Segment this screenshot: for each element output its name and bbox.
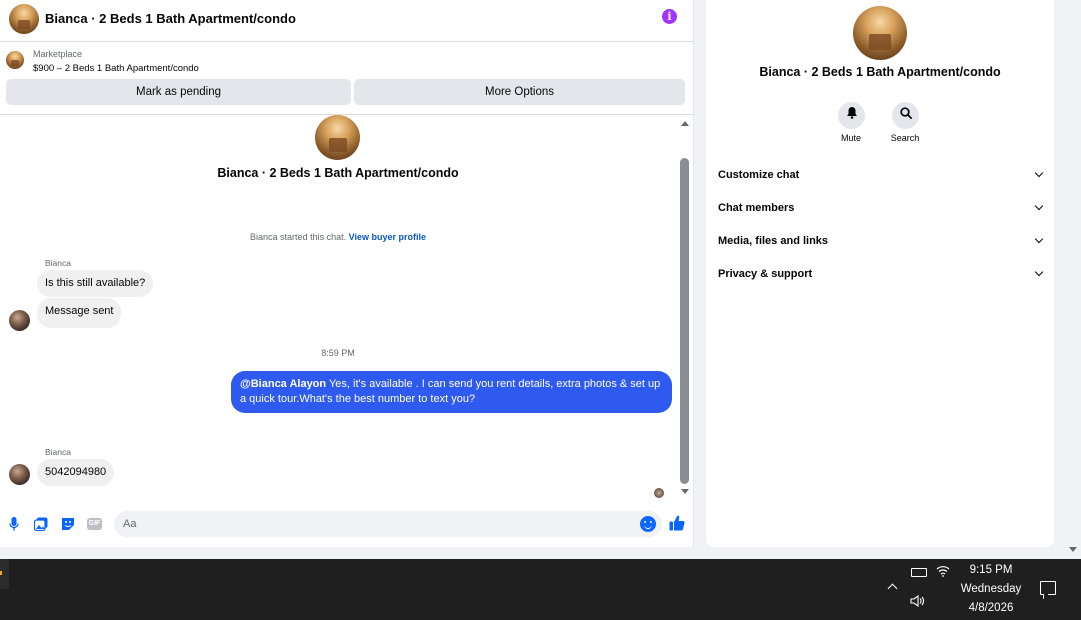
battery-icon[interactable] xyxy=(911,568,927,577)
sticker-icon[interactable] xyxy=(61,517,75,531)
listing-title[interactable]: $900 – 2 Beds 1 Bath Apartment/condo xyxy=(33,63,199,74)
chat-header: Bianca · 2 Beds 1 Bath Apartment/condo i xyxy=(0,0,694,42)
conversation-title: Bianca · 2 Beds 1 Bath Apartment/condo xyxy=(217,166,459,180)
marketplace-label: Marketplace xyxy=(33,49,83,59)
seen-indicator-avatar xyxy=(654,488,664,498)
notification-icon[interactable] xyxy=(1040,581,1056,595)
chat-members-section[interactable]: Chat members xyxy=(718,198,1044,218)
search-button[interactable] xyxy=(892,102,919,129)
chevron-down-icon xyxy=(1034,201,1044,211)
wifi-icon[interactable] xyxy=(936,565,950,580)
mute-button[interactable] xyxy=(838,102,865,129)
emoji-icon[interactable] xyxy=(640,516,656,532)
listing-thumbnail[interactable] xyxy=(6,51,24,69)
section-label: Chat members xyxy=(718,202,795,214)
chevron-down-icon xyxy=(1034,168,1044,178)
incoming-message[interactable]: 5042094980 xyxy=(37,459,115,486)
chevron-up-icon[interactable] xyxy=(887,583,898,594)
chat-panel: Bianca · 2 Beds 1 Bath Apartment/condo i… xyxy=(0,0,694,547)
divider xyxy=(0,114,694,115)
page-scroll-down-arrow[interactable] xyxy=(1069,547,1077,552)
bell-icon xyxy=(846,107,857,119)
more-options-button[interactable]: More Options xyxy=(354,79,685,105)
taskbar-app-icon[interactable] xyxy=(0,559,9,589)
incoming-message[interactable]: Message sent xyxy=(37,298,122,328)
chevron-down-icon xyxy=(1034,234,1044,244)
section-label: Customize chat xyxy=(718,169,800,181)
customize-chat-section[interactable]: Customize chat xyxy=(718,165,1044,185)
mark-as-pending-button[interactable]: Mark as pending xyxy=(6,79,351,105)
clock-time[interactable]: 9:15 PM xyxy=(950,564,1032,576)
mute-label: Mute xyxy=(840,133,861,143)
message-input[interactable] xyxy=(114,511,662,537)
chat-scrollbar[interactable] xyxy=(680,158,689,484)
info-icon[interactable]: i xyxy=(662,9,677,24)
info-avatar[interactable] xyxy=(853,6,907,60)
conversation-avatar[interactable] xyxy=(9,4,39,34)
outgoing-message[interactable]: @Bianca Alayon Yes, it's available . I c… xyxy=(231,371,672,413)
chevron-down-icon xyxy=(1034,267,1044,277)
search-label: Search xyxy=(890,133,920,143)
chat-started-text: Bianca started this chat. xyxy=(250,232,347,242)
incoming-message[interactable]: Is this still available? xyxy=(37,270,154,297)
privacy-support-section[interactable]: Privacy & support xyxy=(718,264,1044,284)
center-avatar[interactable] xyxy=(315,115,360,160)
message-sender: Bianca xyxy=(45,258,71,268)
chat-header-title[interactable]: Bianca · 2 Beds 1 Bath Apartment/condo xyxy=(45,11,296,26)
gif-icon[interactable]: GIF xyxy=(87,518,102,530)
microphone-icon[interactable] xyxy=(7,517,21,531)
scroll-down-arrow[interactable] xyxy=(681,489,689,494)
section-label: Media, files and links xyxy=(718,235,829,247)
user-avatar[interactable] xyxy=(9,464,30,485)
taskbar: 9:15 PM Wednesday 4/8/2026 xyxy=(0,559,1081,620)
user-avatar[interactable] xyxy=(9,310,30,331)
view-buyer-profile-link[interactable]: View buyer profile xyxy=(349,232,426,242)
scroll-up-arrow[interactable] xyxy=(681,121,689,126)
like-icon[interactable] xyxy=(669,515,685,536)
volume-icon[interactable] xyxy=(910,594,926,610)
media-files-links-section[interactable]: Media, files and links xyxy=(718,231,1044,251)
chat-started-notice: Bianca started this chat. View buyer pro… xyxy=(0,232,676,242)
photo-icon[interactable] xyxy=(33,517,48,532)
section-label: Privacy & support xyxy=(718,268,813,280)
info-title: Bianca · 2 Beds 1 Bath Apartment/condo xyxy=(759,65,1001,79)
message-timestamp: 8:59 PM xyxy=(321,348,355,358)
search-icon xyxy=(899,107,912,119)
clock-date[interactable]: 4/8/2026 xyxy=(950,602,1032,614)
clock-day[interactable]: Wednesday xyxy=(950,583,1032,595)
message-sender: Bianca xyxy=(45,447,71,457)
conversation-info-panel: Bianca · 2 Beds 1 Bath Apartment/condo M… xyxy=(706,0,1054,547)
mention[interactable]: @Bianca Alayon xyxy=(240,378,326,390)
